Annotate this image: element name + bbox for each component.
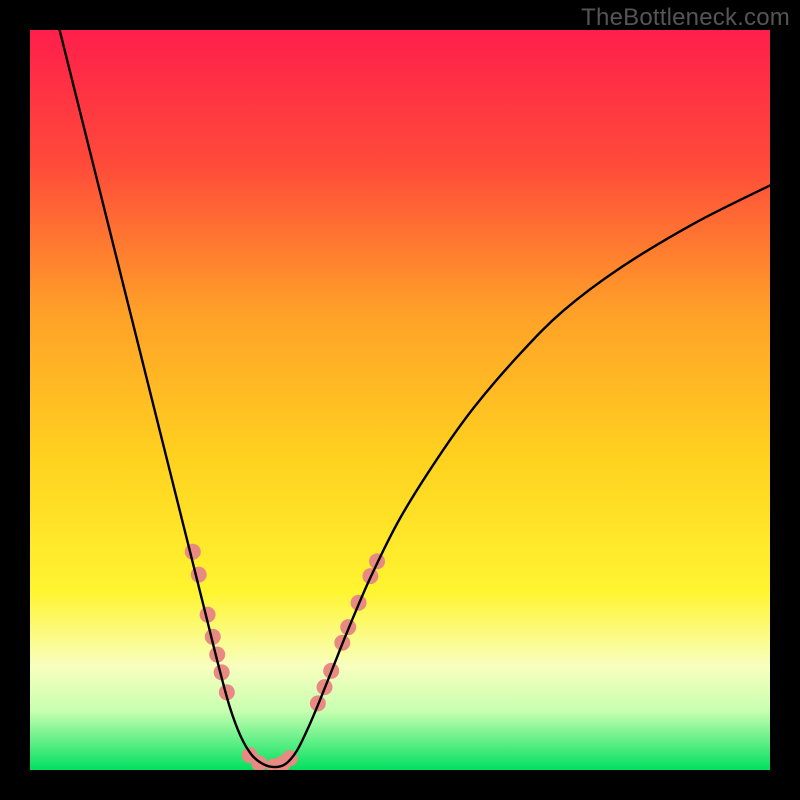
gradient-background: [30, 30, 770, 770]
data-marker: [185, 544, 201, 560]
plot-area: [30, 30, 770, 770]
data-marker: [191, 567, 207, 583]
bottleneck-chart: [30, 30, 770, 770]
watermark-label: TheBottleneck.com: [581, 4, 790, 32]
chart-frame: TheBottleneck.com: [0, 0, 800, 800]
